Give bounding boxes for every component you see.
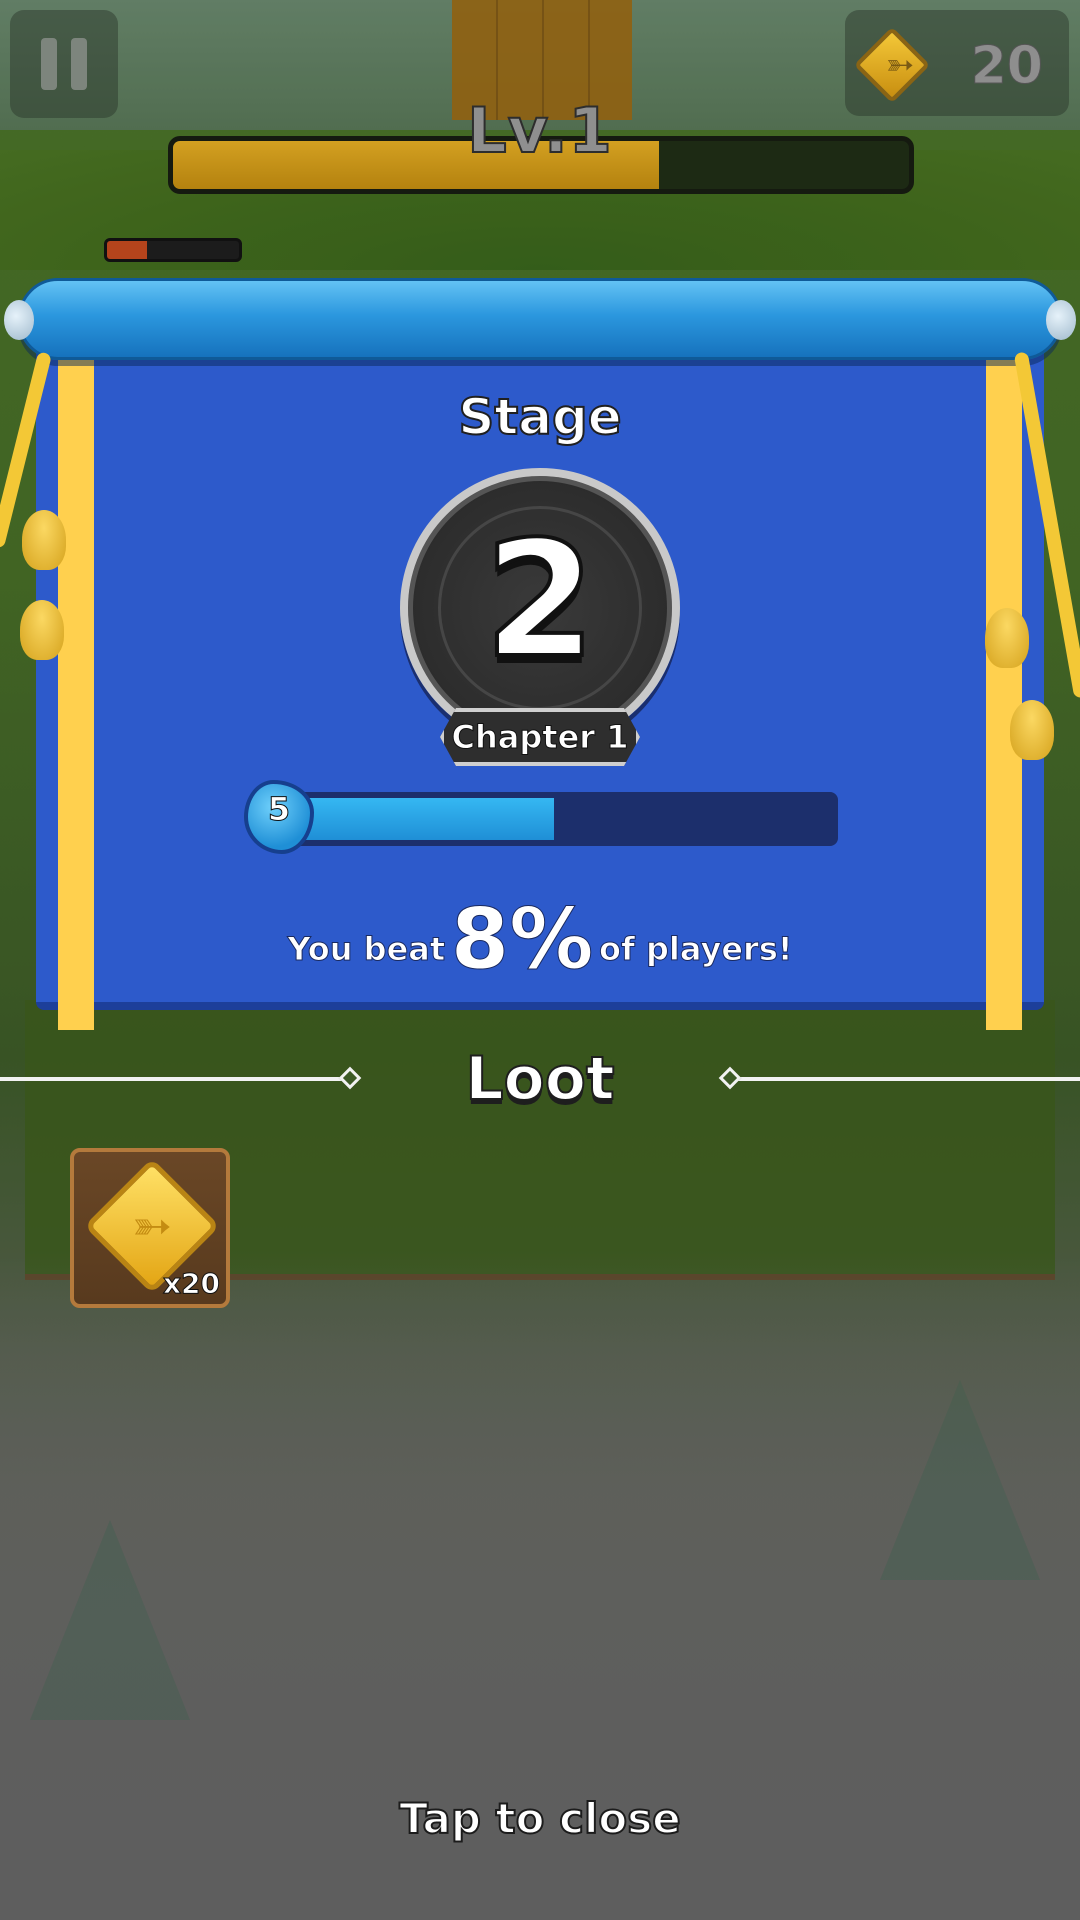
loot-divider-right <box>730 1077 1080 1081</box>
pause-icon <box>41 38 57 90</box>
player-level: 5 <box>267 790 291 829</box>
tassel-right <box>985 608 1029 668</box>
pause-icon <box>71 38 87 90</box>
enemy-health-fill <box>107 241 147 259</box>
currency-counter: ➳ 20 <box>845 10 1069 116</box>
pause-button[interactable] <box>10 10 118 118</box>
tassel-left <box>22 510 66 570</box>
background-tree <box>880 1380 1040 1580</box>
rod-cap-left <box>4 300 34 340</box>
beat-suffix: of players! <box>598 930 793 969</box>
tassel-right <box>1010 700 1054 760</box>
player-progress-bar <box>270 792 838 846</box>
loot-quantity: x20 <box>162 1267 220 1301</box>
diamond-icon <box>338 1066 362 1090</box>
background-tree <box>30 1520 190 1720</box>
loot-item[interactable]: ➳ x20 <box>70 1148 230 1308</box>
stage-medal: 2 <box>400 468 680 748</box>
enemy-health-bar <box>104 238 242 262</box>
rod-cap-right <box>1046 300 1076 340</box>
beat-prefix: You beat <box>287 930 446 969</box>
banner-scroll-rod <box>18 278 1062 360</box>
tassel-left <box>20 600 64 660</box>
beat-players-text: You beat 8% of players! <box>100 890 980 989</box>
beat-percent: 8% <box>450 890 594 989</box>
banner-stripe-left <box>58 340 94 1030</box>
loot-title: Loot <box>464 1043 615 1115</box>
currency-count: 20 <box>970 36 1043 97</box>
loot-divider-left <box>0 1077 350 1081</box>
tap-to-close-button[interactable]: Tap to close <box>340 1793 740 1844</box>
player-level-label: Lv.1 <box>466 93 613 168</box>
chapter-label: Chapter 1 <box>451 718 629 757</box>
banner-stripe-right <box>986 340 1022 1030</box>
bow-glyph-icon: ➳ <box>885 45 915 85</box>
bow-glyph-icon: ➳ <box>131 1198 173 1254</box>
diamond-icon <box>718 1066 742 1090</box>
stage-number: 2 <box>482 504 597 695</box>
stage-title: Stage <box>457 387 622 447</box>
